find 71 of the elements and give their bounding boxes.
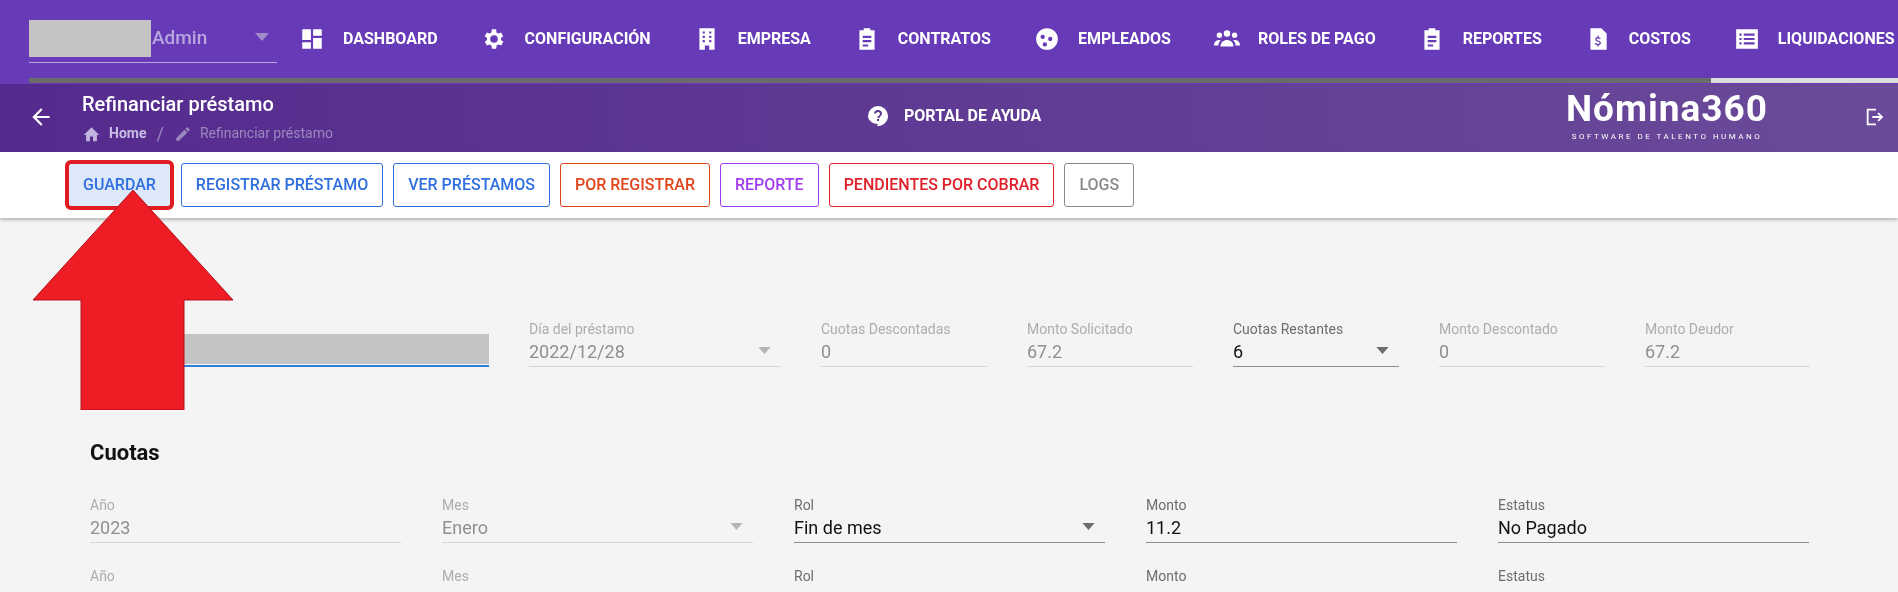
nav-item[interactable]: COSTOS <box>1584 19 1691 59</box>
field-label: Cuotas Restantes <box>1233 320 1345 338</box>
field-value: 6 <box>1233 341 1244 362</box>
field-value: 2022/12/28 <box>529 341 625 362</box>
home-icon <box>82 125 101 142</box>
nav-item[interactable]: CONTRATOS <box>853 19 991 59</box>
field-label: Cuotas Descontadas <box>821 320 952 338</box>
breadcrumb-separator: / <box>156 122 164 146</box>
logout-button[interactable] <box>1864 106 1886 128</box>
toolbar-button[interactable]: POR REGISTRAR <box>559 163 710 207</box>
logo-wordmark: Nómina360 <box>1566 90 1769 127</box>
user-select[interactable]: Admin <box>29 15 277 63</box>
nav-item[interactable]: DASHBOARD <box>299 19 438 59</box>
field-label: Estatus <box>1498 567 1546 585</box>
toolbar-button[interactable]: LOGS <box>1064 163 1135 207</box>
page-title: Refinanciar préstamo <box>82 92 275 117</box>
nav-item[interactable]: ROLES DE PAGO <box>1213 19 1376 59</box>
field-value: No Pagado <box>1498 517 1587 538</box>
input-field[interactable]: Monto 11.2 <box>1146 496 1457 543</box>
logout-icon <box>1864 106 1886 128</box>
field-label: Monto <box>1146 567 1188 585</box>
toolbar-button[interactable]: REPORTE <box>719 163 819 207</box>
nav-item[interactable]: EMPRESA <box>693 19 811 59</box>
toolbar-button[interactable]: PENDIENTES POR COBRAR <box>828 163 1055 207</box>
user-name: Admin <box>152 25 208 52</box>
select-field[interactable]: Rol Fin de mes <box>794 496 1105 543</box>
field-label: Estatus <box>1498 496 1546 514</box>
input-field[interactable]: Estatus No Pagado <box>1498 496 1809 543</box>
field-label: Mes <box>442 567 470 585</box>
field-label: Monto <box>1146 496 1188 514</box>
pencil-icon <box>173 124 192 143</box>
breadcrumb-link[interactable]: Home <box>109 123 147 144</box>
nav-item[interactable]: CONFIGURACIÓN <box>480 19 651 59</box>
breadcrumb-current: Refinanciar préstamo <box>199 124 333 143</box>
face-icon <box>1033 26 1060 52</box>
field-label: Monto Solicitado <box>1027 320 1134 338</box>
field-label: Día del préstamo <box>529 320 636 338</box>
help-link[interactable]: PORTAL DE AYUDA <box>866 104 1042 128</box>
nav-item[interactable]: REPORTES <box>1418 19 1542 59</box>
section-title: Cuotas <box>90 442 161 464</box>
dropdown-caret-icon <box>1376 347 1389 354</box>
field-value: 67.2 <box>1645 341 1681 362</box>
field-label: Año <box>90 567 116 585</box>
nav-item[interactable]: EMPLEADOS <box>1033 19 1171 59</box>
field-label: Rol <box>794 567 815 585</box>
field-value: 67.2 <box>1027 341 1063 362</box>
field-label: Rol <box>794 496 815 514</box>
dropdown-caret-icon <box>1082 523 1095 530</box>
redacted-field[interactable] <box>184 331 489 367</box>
field-value: Fin de mes <box>794 517 882 538</box>
toolbar-button[interactable]: VER PRÉSTAMOS <box>393 163 550 207</box>
field-label: Mes <box>442 496 470 514</box>
logo-tagline: SOFTWARE DE TALENTO HUMANO <box>1571 131 1763 143</box>
field-value: 11.2 <box>1146 517 1182 538</box>
field-value: 2023 <box>90 517 131 538</box>
dashboard-icon <box>299 26 325 52</box>
dropdown-caret-icon <box>255 33 269 41</box>
field-value: 0 <box>821 341 832 362</box>
dropdown-caret-icon <box>730 523 743 530</box>
field-label: Año <box>90 496 116 514</box>
select-field[interactable]: Cuotas Restantes 6 <box>1233 320 1399 367</box>
field-value: 0 <box>1439 341 1450 362</box>
dropdown-caret-icon <box>758 347 771 354</box>
list-icon <box>1733 26 1760 52</box>
field-value: Enero <box>442 517 488 538</box>
toolbar-button[interactable]: GUARDAR <box>68 163 171 207</box>
nav-item[interactable]: LIQUIDACIONES <box>1733 19 1895 59</box>
field-label: Monto Descontado <box>1439 320 1559 338</box>
toolbar-button[interactable]: REGISTRAR PRÉSTAMO <box>180 163 384 207</box>
field-label: Monto Deudor <box>1645 320 1735 338</box>
help-icon <box>866 104 890 128</box>
